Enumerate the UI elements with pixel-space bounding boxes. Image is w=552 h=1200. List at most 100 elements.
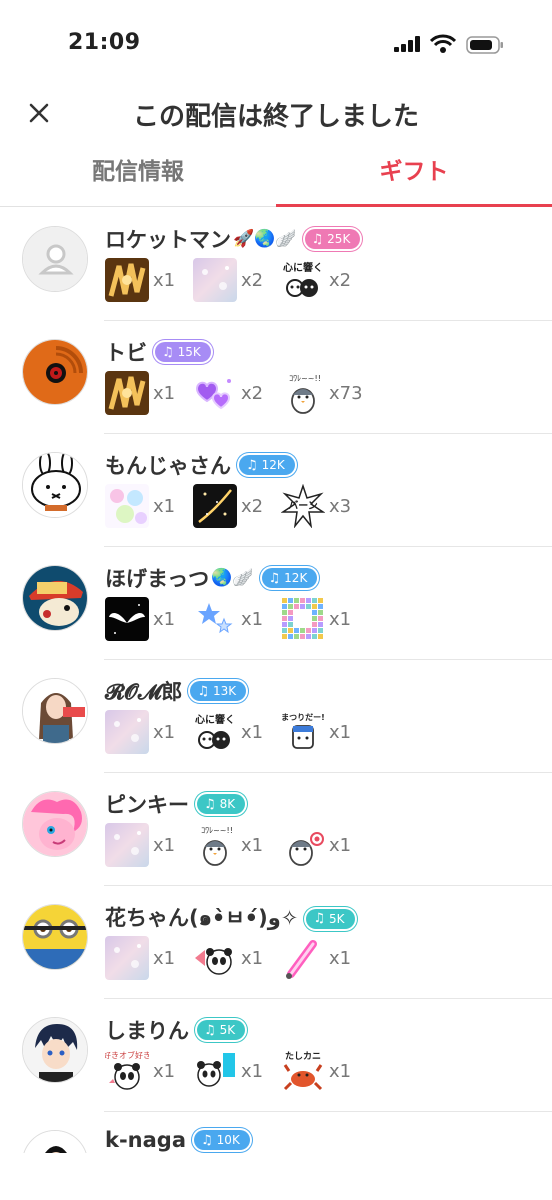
gold-gift-icon bbox=[105, 371, 149, 415]
panda-love-gift-icon: 好きオブ好き bbox=[105, 1049, 149, 1093]
music-note-icon: ♫ bbox=[197, 683, 210, 699]
list-item[interactable]: ロケットマン 🚀🌏🪽 ♫ 25K x1 x2 心に響く x2 bbox=[0, 208, 552, 321]
glowstick-gift-icon bbox=[281, 936, 325, 980]
gift-count: x2 bbox=[241, 269, 264, 291]
festival-gift-icon: まつりだー! bbox=[281, 710, 325, 754]
svg-text:心に響く: 心に響く bbox=[195, 713, 235, 726]
list-item[interactable]: しまりん ♫ 5K 好きオブ好き x1 x1 たしカニ x1 bbox=[0, 999, 552, 1112]
user-name: k-naga bbox=[105, 1128, 187, 1152]
music-note-icon: ♫ bbox=[313, 911, 326, 926]
listener-level-badge: ♫ 5K bbox=[306, 908, 355, 929]
heart-message-gift-icon: 心に響く bbox=[193, 710, 237, 754]
gift-item: x2 bbox=[193, 484, 271, 528]
list-item[interactable]: トビ ♫ 15K x1 x2 ｺﾜﾚ~~!! x73 bbox=[0, 321, 552, 434]
gift-count: x1 bbox=[241, 721, 264, 743]
status-time: 21:09 bbox=[68, 30, 141, 55]
avatar[interactable] bbox=[22, 452, 88, 518]
badge-value: 12K bbox=[284, 571, 308, 585]
user-name-line: ほげまっつ 🌏🪽 ♫ 12K bbox=[105, 563, 318, 593]
user-name: もんじゃさん bbox=[105, 454, 231, 478]
avatar[interactable] bbox=[22, 339, 88, 405]
gift-list: x1 x1 x1 bbox=[105, 936, 369, 980]
gift-count: x1 bbox=[329, 608, 352, 630]
gift-item: ｺﾜﾚ~~!! x1 bbox=[193, 823, 271, 867]
signal-icon bbox=[394, 36, 420, 52]
svg-text:心に響く: 心に響く bbox=[283, 261, 323, 274]
list-item[interactable]: 花ちゃん(๑•̀ㅂ•́)و✧ ♫ 5K x1 x1 x1 bbox=[0, 886, 552, 999]
tab-stream-info[interactable]: 配信情報 bbox=[0, 150, 276, 206]
gift-item: x1 bbox=[193, 936, 271, 980]
gift-user-list[interactable]: ロケットマン 🚀🌏🪽 ♫ 25K x1 x2 心に響く x2 トビ ♫ 15K x1 x2 ｺﾜﾚ~~!!… bbox=[0, 208, 552, 1153]
music-note-icon: ♫ bbox=[204, 796, 216, 812]
user-name-line: ピンキー ♫ 8K bbox=[105, 789, 246, 819]
panda-fan-gift-icon bbox=[193, 936, 237, 980]
user-decoration-icons: 🌏🪽 bbox=[211, 568, 254, 588]
tab-bar: 配信情報 ギフト bbox=[0, 150, 552, 207]
listener-level-badge: ♫ 12K bbox=[261, 568, 318, 588]
avatar[interactable] bbox=[22, 565, 88, 631]
badge-value: 13K bbox=[213, 684, 237, 698]
gift-item: 心に響く x2 bbox=[281, 258, 359, 302]
gift-item: x1 bbox=[105, 936, 183, 980]
listener-level-badge: ♫ 5K bbox=[197, 1020, 246, 1040]
gift-item: 好きオブ好き x1 bbox=[105, 1049, 183, 1093]
user-name-line: 花ちゃん(๑•̀ㅂ•́)و✧ ♫ 5K bbox=[105, 902, 355, 935]
badge-value: 8K bbox=[219, 797, 236, 811]
wifi-icon bbox=[430, 34, 456, 53]
gift-count: x2 bbox=[329, 269, 352, 291]
gift-count: x3 bbox=[329, 495, 352, 517]
user-name: しまりん bbox=[105, 1019, 189, 1043]
stars-gift-icon bbox=[193, 597, 237, 641]
avatar[interactable] bbox=[22, 904, 88, 970]
sparkle-gift-icon bbox=[193, 258, 237, 302]
user-name-line: 𝓡𝓞𝓜郎 ♫ 13K bbox=[105, 676, 247, 706]
badge-value: 10K bbox=[216, 1133, 240, 1147]
list-item[interactable]: 𝓡𝓞𝓜郎 ♫ 13K x1 心に響く x1 まつりだー! x1 bbox=[0, 660, 552, 773]
burst-gift-icon: バーン bbox=[281, 484, 325, 528]
sparkle-gift-icon bbox=[105, 936, 149, 980]
gift-item: たしカニ x1 bbox=[281, 1049, 359, 1093]
gift-item: ｺﾜﾚ~~!! x73 bbox=[281, 371, 363, 415]
gift-count: x1 bbox=[241, 834, 264, 856]
music-note-icon: ♫ bbox=[162, 344, 174, 360]
svg-text:まつりだー!: まつりだー! bbox=[281, 713, 325, 722]
gift-item: x1 bbox=[105, 823, 183, 867]
badge-value: 25K bbox=[327, 232, 351, 246]
heart-message-gift-icon: 心に響く bbox=[281, 258, 325, 302]
gift-list: x1 ｺﾜﾚ~~!! x1 x1 bbox=[105, 823, 369, 867]
mosaic-gift-icon bbox=[281, 597, 325, 641]
gift-count: x1 bbox=[153, 608, 176, 630]
list-item[interactable]: もんじゃさん ♫ 12K x1 x2 バーン x3 bbox=[0, 434, 552, 547]
avatar[interactable] bbox=[22, 678, 88, 744]
bubbles-gift-icon bbox=[105, 484, 149, 528]
gift-item: 心に響く x1 bbox=[193, 710, 271, 754]
list-item[interactable]: k-naga ♫ 10K bbox=[0, 1112, 552, 1153]
gift-item: x2 bbox=[193, 258, 271, 302]
penguin-gift-icon: ｺﾜﾚ~~!! bbox=[193, 823, 237, 867]
gift-item: x1 bbox=[281, 597, 359, 641]
music-note-icon: ♫ bbox=[204, 1022, 216, 1038]
list-item[interactable]: ピンキー ♫ 8K x1 ｺﾜﾚ~~!! x1 x1 bbox=[0, 773, 552, 886]
user-name-line: しまりん ♫ 5K bbox=[105, 1015, 246, 1045]
badge-value: 15K bbox=[177, 345, 201, 359]
user-decoration-icons: 🚀🌏🪽 bbox=[233, 229, 297, 249]
svg-text:ｺﾜﾚ~~!!: ｺﾜﾚ~~!! bbox=[201, 826, 233, 835]
listener-level-badge: ♫ 13K bbox=[190, 681, 247, 701]
gift-item: x1 bbox=[105, 258, 183, 302]
tab-gifts[interactable]: ギフト bbox=[276, 150, 552, 207]
gift-item: x1 bbox=[193, 597, 271, 641]
gift-list: x1 x2 心に響く x2 bbox=[105, 258, 369, 302]
avatar[interactable] bbox=[22, 226, 88, 292]
avatar[interactable] bbox=[22, 1017, 88, 1083]
list-item[interactable]: ほげまっつ 🌏🪽 ♫ 12K x1 x1 x1 bbox=[0, 547, 552, 660]
gift-list: x1 x2 バーン x3 bbox=[105, 484, 369, 528]
music-note-icon: ♫ bbox=[268, 570, 281, 586]
badge-value: 5K bbox=[329, 911, 345, 926]
badge-value: 12K bbox=[261, 458, 285, 472]
avatar[interactable] bbox=[22, 791, 88, 857]
avatar[interactable] bbox=[22, 1130, 88, 1153]
badge-value: 5K bbox=[219, 1023, 236, 1037]
listener-level-badge: ♫ 10K bbox=[194, 1130, 250, 1150]
gift-list: x1 x1 x1 bbox=[105, 597, 369, 641]
user-name: 花ちゃん(๑•̀ㅂ•́)و✧ bbox=[105, 906, 299, 930]
